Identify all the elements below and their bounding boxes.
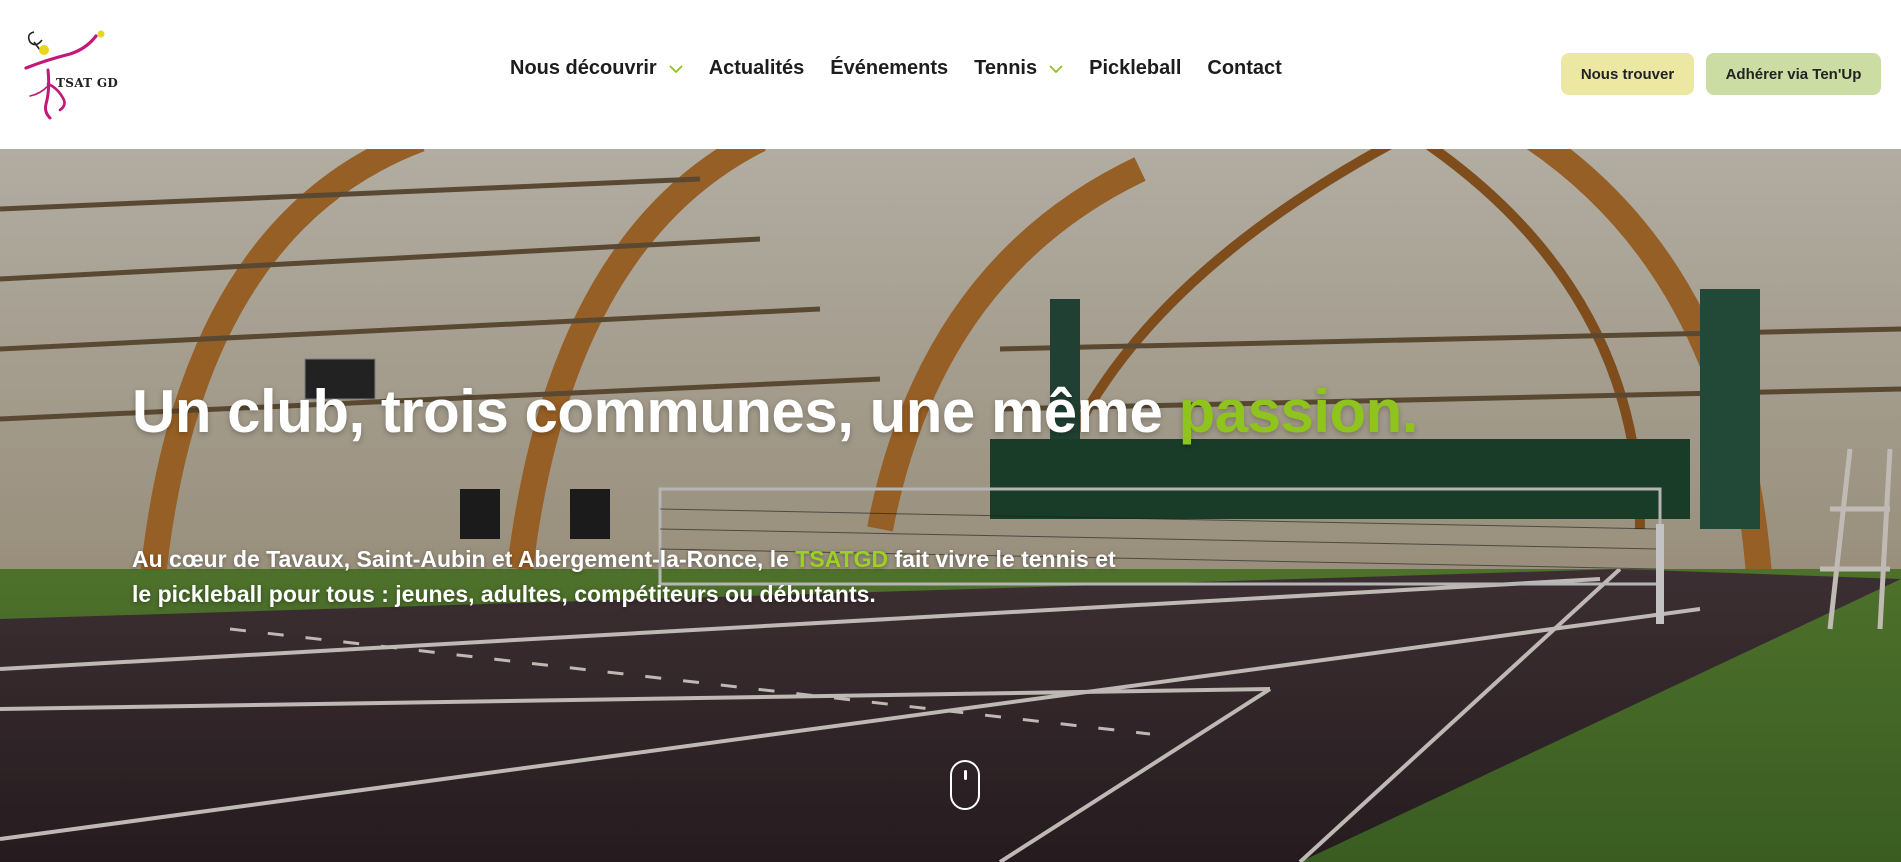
nav-item-pickleball[interactable]: Pickleball xyxy=(1089,57,1181,80)
mouse-scroll-icon[interactable] xyxy=(950,760,980,810)
nav-item-label: Contact xyxy=(1207,57,1282,79)
chevron-down-icon xyxy=(669,64,683,74)
chevron-down-icon xyxy=(1049,64,1063,74)
hero-title: Un club, trois communes, une même passio… xyxy=(132,377,1418,446)
nav-item-nous-decouvrir[interactable]: Nous découvrir xyxy=(510,57,683,80)
nav-item-actualites[interactable]: Actualités xyxy=(709,57,805,80)
hero-title-accent: passion. xyxy=(1178,378,1419,445)
logo-text: TSAT GD xyxy=(56,76,119,90)
nav-item-label: Nous découvrir xyxy=(510,57,657,79)
nav-item-label: Pickleball xyxy=(1089,57,1182,79)
nav-item-label: Événements xyxy=(830,57,949,79)
nav-item-label: Actualités xyxy=(708,57,805,79)
hero-overlay xyxy=(0,149,1901,862)
site-header: TSAT GD Nous découvrir Actualités Événem… xyxy=(0,0,1901,149)
nav-item-contact[interactable]: Contact xyxy=(1207,57,1281,80)
club-logo[interactable]: TSAT GD xyxy=(20,28,120,124)
find-us-button[interactable]: Nous trouver xyxy=(1561,53,1694,95)
hero-subtitle: Au cœur de Tavaux, Saint-Aubin et Aberge… xyxy=(132,542,1132,612)
hero-subtitle-before: Au cœur de Tavaux, Saint-Aubin et Aberge… xyxy=(132,546,796,572)
nav-item-tennis[interactable]: Tennis xyxy=(974,57,1063,80)
nav-item-label: Tennis xyxy=(974,57,1038,79)
hero-section: Un club, trois communes, une même passio… xyxy=(0,149,1901,862)
hero-subtitle-accent: TSATGD xyxy=(795,546,889,572)
main-nav: Nous découvrir Actualités Événements Ten… xyxy=(510,57,1308,80)
hero-title-main: Un club, trois communes, une même xyxy=(132,378,1179,445)
nav-item-evenements[interactable]: Événements xyxy=(830,57,948,80)
join-tenup-button[interactable]: Adhérer via Ten'Up xyxy=(1706,53,1881,95)
